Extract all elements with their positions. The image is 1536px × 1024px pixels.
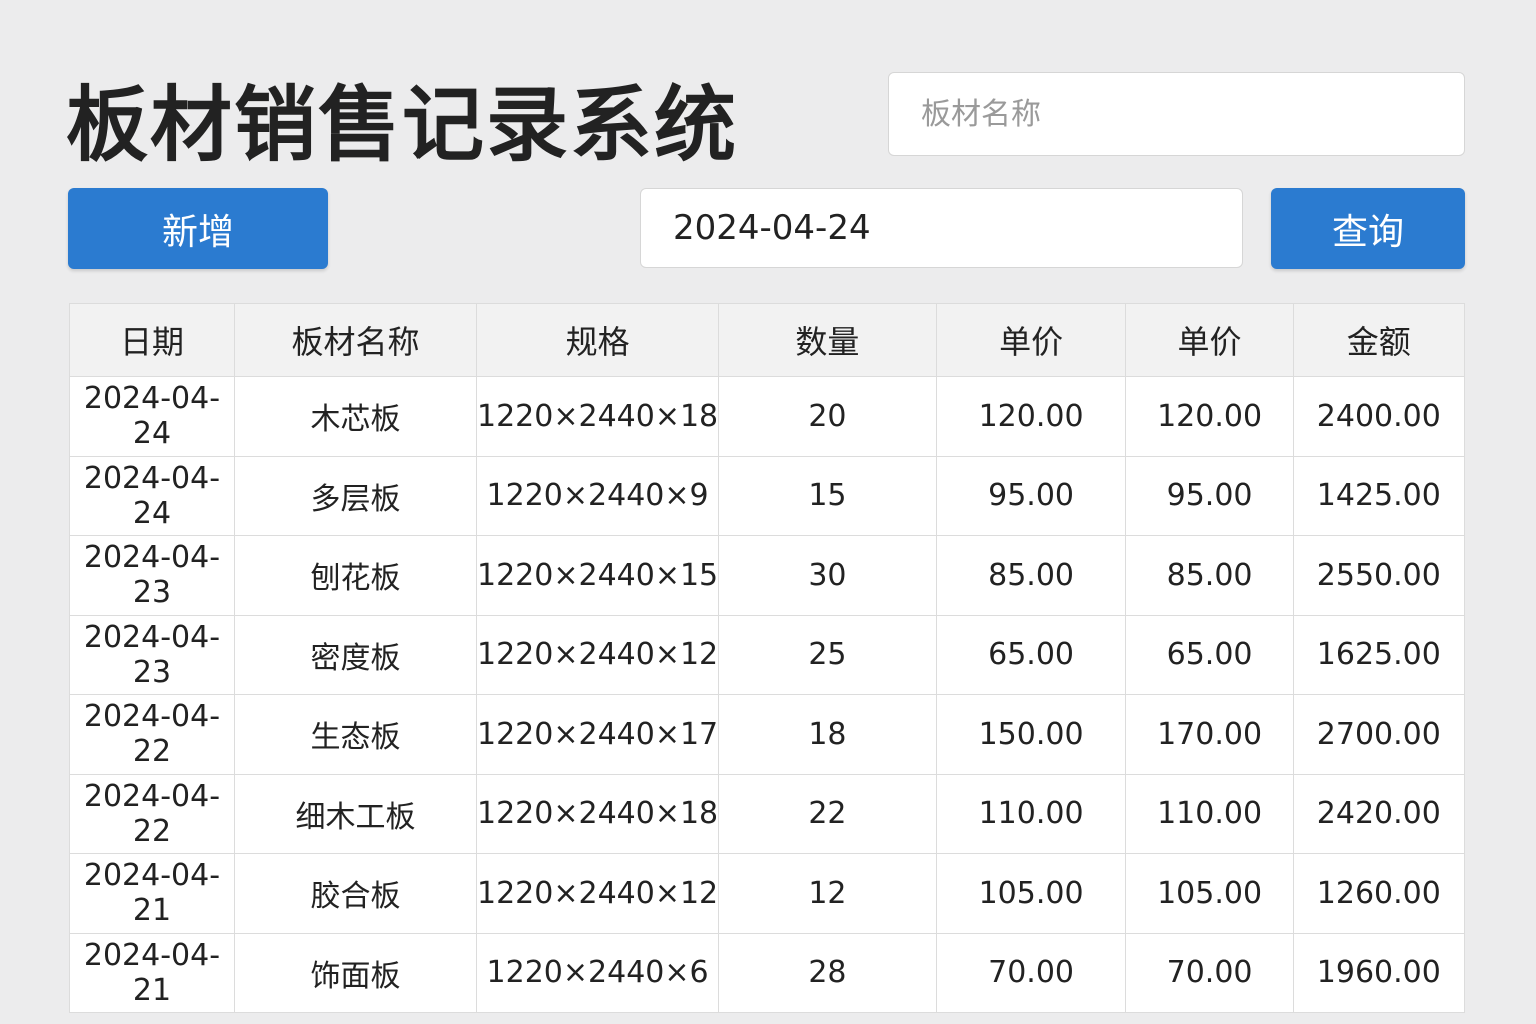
table-cell: 110.00: [935, 773, 1127, 854]
table-cell: 1220×2440×12: [475, 614, 720, 695]
column-header: 日期: [69, 303, 235, 377]
table-cell: 170.00: [1125, 694, 1294, 775]
table-row[interactable]: 2024-04-23 密度板 1220×2440×12 25 65.00 65.00 162…: [69, 614, 1466, 695]
table-cell: 2024-04-23: [69, 614, 235, 695]
table-cell: 20: [718, 376, 937, 457]
table-cell: 2024-04-22: [69, 773, 235, 854]
table-cell: 70.00: [935, 932, 1127, 1013]
table-row[interactable]: 2024-04-24 多层板 1220×2440×9 15 95.00 95.00 1425…: [69, 455, 1466, 536]
table-cell: 生态板: [233, 694, 478, 775]
sales-table: 日期 板材名称 规格 数量 单价 单价 金额 2024-04-24 木芯板 1220×2440×…: [69, 303, 1466, 1013]
table-cell: 25: [718, 614, 937, 695]
table-cell: 30: [718, 535, 937, 616]
table-cell: 1220×2440×12: [475, 853, 720, 934]
table-cell: 2024-04-23: [69, 535, 235, 616]
table-row[interactable]: 2024-04-21 饰面板 1220×2440×6 28 70.00 70.00 1960…: [69, 932, 1466, 1013]
table-cell: 密度板: [233, 614, 478, 695]
table-cell: 1220×2440×17: [475, 694, 720, 775]
table-cell: 110.00: [1125, 773, 1294, 854]
table-cell: 2024-04-24: [69, 376, 235, 457]
table-cell: 1220×2440×18: [475, 773, 720, 854]
table-cell: 2700.00: [1292, 694, 1466, 775]
table-cell: 70.00: [1125, 932, 1294, 1013]
add-button[interactable]: 新增: [68, 188, 328, 269]
table-cell: 2024-04-21: [69, 853, 235, 934]
page-title: 板材销售记录系统: [66, 78, 739, 173]
table-cell: 15: [718, 455, 937, 536]
table-cell: 1260.00: [1292, 853, 1466, 934]
table-row[interactable]: 2024-04-21 胶合板 1220×2440×12 12 105.00 105.00 1…: [69, 853, 1466, 934]
column-header: 金额: [1292, 303, 1466, 377]
table-cell: 2420.00: [1292, 773, 1466, 854]
table-cell: 28: [718, 932, 937, 1013]
table-cell: 2024-04-24: [69, 455, 235, 536]
table-cell: 2024-04-21: [69, 932, 235, 1013]
table-cell: 22: [718, 773, 937, 854]
table-cell: 65.00: [1125, 614, 1294, 695]
column-header: 单价: [935, 303, 1127, 377]
table-row[interactable]: 2024-04-23 刨花板 1220×2440×15 30 85.00 85.00 255…: [69, 535, 1466, 616]
table-cell: 18: [718, 694, 937, 775]
column-header: 板材名称: [233, 303, 478, 377]
date-input[interactable]: [640, 188, 1243, 268]
table-cell: 1220×2440×15: [475, 535, 720, 616]
table-header-row: 日期 板材名称 规格 数量 单价 单价 金额: [69, 303, 1466, 377]
table-cell: 120.00: [935, 376, 1127, 457]
table-cell: 120.00: [1125, 376, 1294, 457]
table-cell: 65.00: [935, 614, 1127, 695]
board-name-search-input[interactable]: [888, 72, 1465, 156]
query-button[interactable]: 查询: [1271, 188, 1465, 269]
table-cell: 1220×2440×9: [475, 455, 720, 536]
table-cell: 2550.00: [1292, 535, 1466, 616]
table-cell: 2400.00: [1292, 376, 1466, 457]
column-header: 数量: [718, 303, 937, 377]
table-row[interactable]: 2024-04-22 细木工板 1220×2440×18 22 110.00 110.00…: [69, 773, 1466, 854]
table-cell: 木芯板: [233, 376, 478, 457]
table-cell: 1425.00: [1292, 455, 1466, 536]
table-cell: 1625.00: [1292, 614, 1466, 695]
table-cell: 85.00: [1125, 535, 1294, 616]
table-cell: 2024-04-22: [69, 694, 235, 775]
table-cell: 12: [718, 853, 937, 934]
column-header: 单价: [1125, 303, 1294, 377]
table-cell: 85.00: [935, 535, 1127, 616]
table-cell: 95.00: [1125, 455, 1294, 536]
table-cell: 1960.00: [1292, 932, 1466, 1013]
table-cell: 105.00: [935, 853, 1127, 934]
table-cell: 95.00: [935, 455, 1127, 536]
table-cell: 1220×2440×18: [475, 376, 720, 457]
table-cell: 细木工板: [233, 773, 478, 854]
table-cell: 105.00: [1125, 853, 1294, 934]
table-row[interactable]: 2024-04-24 木芯板 1220×2440×18 20 120.00 120.00 2…: [69, 376, 1466, 457]
table-cell: 多层板: [233, 455, 478, 536]
table-cell: 1220×2440×6: [475, 932, 720, 1013]
table-cell: 饰面板: [233, 932, 478, 1013]
table-cell: 刨花板: [233, 535, 478, 616]
table-cell: 胶合板: [233, 853, 478, 934]
column-header: 规格: [475, 303, 720, 377]
table-cell: 150.00: [935, 694, 1127, 775]
table-row[interactable]: 2024-04-22 生态板 1220×2440×17 18 150.00 170.00 2…: [69, 694, 1466, 775]
